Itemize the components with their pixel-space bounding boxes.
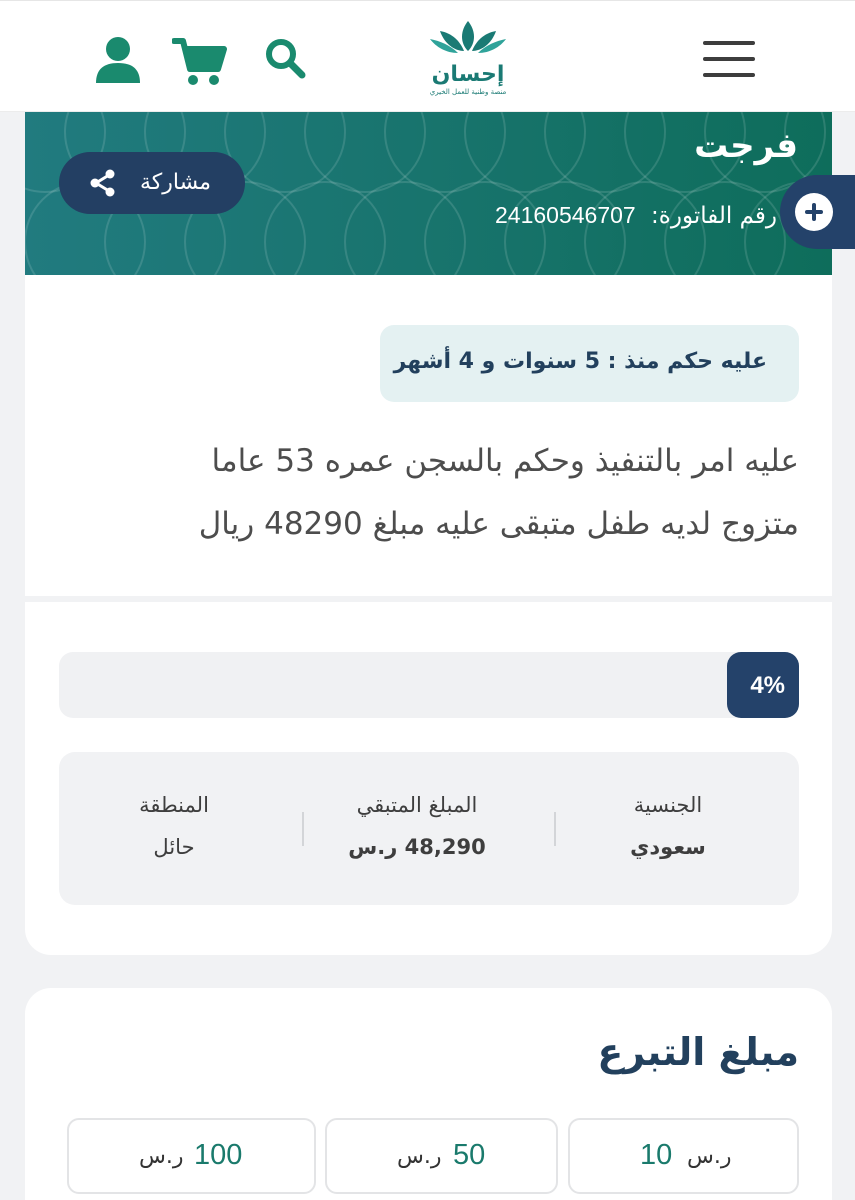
logo-text: إحسان — [431, 62, 505, 87]
remaining-amount-field: المبلغ المتبقي 48,290 ر.س — [327, 790, 507, 862]
case-title: فرجت — [694, 126, 798, 166]
amount-currency: ر.س — [687, 1144, 732, 1169]
case-description: عليه امر بالتنفيذ وحكم بالسجن عمره 53 عا… — [79, 430, 799, 556]
region-value: حائل — [153, 835, 195, 859]
case-card: فرجت رقم الفاتورة: 24160546707 مشاركة عل… — [25, 112, 832, 955]
hamburger-icon — [703, 41, 755, 45]
invoice-label: رقم الفاتورة: — [651, 203, 777, 229]
sentence-duration-badge: عليه حكم منذ : 5 سنوات و 4 أشهر — [380, 325, 799, 402]
user-icon — [96, 37, 140, 83]
section-divider — [25, 596, 832, 602]
floating-add-button[interactable] — [780, 175, 855, 249]
amount-option-100[interactable]: 100 ر.س — [67, 1118, 316, 1194]
leaves-logo-icon — [430, 21, 506, 53]
share-label: مشاركة — [139, 170, 211, 195]
account-button[interactable] — [94, 35, 142, 89]
region-field: المنطقة حائل — [119, 790, 229, 862]
description-line: متزوج لديه طفل متبقى عليه مبلغ 48290 ريا… — [198, 506, 799, 542]
plus-icon — [805, 203, 823, 221]
share-icon — [90, 169, 115, 197]
amount-value: 100 — [194, 1139, 243, 1171]
info-separator — [302, 812, 304, 846]
case-hero-banner: فرجت رقم الفاتورة: 24160546707 مشاركة — [25, 112, 832, 275]
menu-button[interactable] — [703, 41, 755, 81]
ehsan-logo[interactable]: إحسان منصة وطنية للعمل الخيري — [418, 17, 518, 107]
invoice-number: 24160546707 — [495, 202, 636, 228]
donation-card: مبلغ التبرع 10 ر.س 50 ر.س 100 ر.س — [25, 988, 832, 1200]
fab-circle — [795, 193, 833, 231]
search-button[interactable] — [262, 35, 308, 85]
amount-value: 50 — [453, 1139, 486, 1171]
cart-button[interactable] — [171, 35, 228, 93]
nationality-field: الجنسية سعودي — [613, 790, 723, 862]
amount-value: 10 — [640, 1139, 673, 1171]
remaining-value: 48,290 ر.س — [348, 835, 486, 859]
remaining-label: المبلغ المتبقي — [356, 793, 478, 817]
progress-fill: 4% — [727, 652, 799, 718]
top-header: إحسان منصة وطنية للعمل الخيري — [0, 0, 855, 112]
sentence-duration-text: عليه حكم منذ : 5 سنوات و 4 أشهر — [393, 349, 767, 374]
search-icon — [266, 39, 306, 79]
nationality-label: الجنسية — [633, 793, 703, 817]
description-line: عليه امر بالتنفيذ وحكم بالسجن عمره 53 عا… — [211, 443, 799, 479]
amount-currency: ر.س — [397, 1144, 442, 1169]
region-label: المنطقة — [139, 793, 209, 817]
cart-icon — [171, 38, 227, 85]
progress-percent: 4% — [750, 672, 785, 699]
donation-progress-bar: 4% — [59, 652, 799, 718]
hamburger-line — [703, 57, 755, 61]
logo-tagline: منصة وطنية للعمل الخيري — [429, 88, 507, 96]
invoice-row: رقم الفاتورة: 24160546707 — [495, 202, 777, 229]
share-button[interactable]: مشاركة — [59, 152, 245, 214]
hamburger-line — [703, 73, 755, 77]
amount-option-50[interactable]: 50 ر.س — [325, 1118, 558, 1194]
nationality-value: سعودي — [630, 835, 706, 859]
info-separator — [554, 812, 556, 846]
donation-title: مبلغ التبرع — [597, 1030, 799, 1074]
amount-option-10[interactable]: 10 ر.س — [568, 1118, 799, 1194]
amount-currency: ر.س — [139, 1144, 184, 1169]
case-info-box: الجنسية سعودي المبلغ المتبقي 48,290 ر.س … — [59, 752, 799, 905]
